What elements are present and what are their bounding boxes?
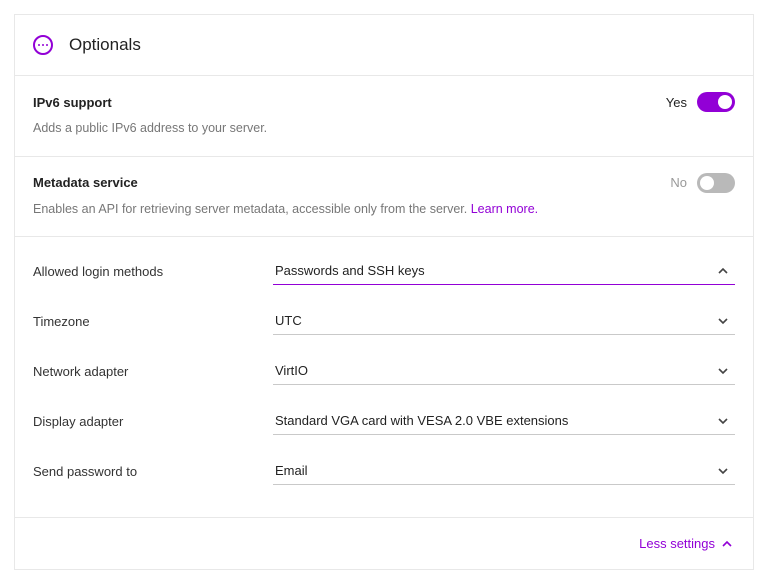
metadata-learn-more-link[interactable]: Learn more. (471, 202, 538, 216)
login-methods-value: Passwords and SSH keys (275, 263, 425, 278)
display-adapter-select[interactable]: Standard VGA card with VESA 2.0 VBE exte… (273, 409, 735, 435)
send-password-value: Email (275, 463, 308, 478)
display-adapter-label: Display adapter (33, 414, 253, 435)
metadata-state-text: No (670, 175, 687, 190)
network-adapter-select[interactable]: VirtIO (273, 359, 735, 385)
chevron-up-icon (717, 265, 729, 277)
network-adapter-label: Network adapter (33, 364, 253, 385)
metadata-toggle[interactable] (697, 173, 735, 193)
ipv6-label: IPv6 support (33, 95, 112, 110)
ipv6-row: IPv6 support Yes Adds a public IPv6 addr… (15, 76, 753, 157)
network-adapter-row: Network adapter VirtIO (33, 347, 735, 397)
timezone-label: Timezone (33, 314, 253, 335)
chevron-down-icon (717, 315, 729, 327)
send-password-row: Send password to Email (33, 447, 735, 497)
login-methods-row: Allowed login methods Passwords and SSH … (33, 247, 735, 297)
chevron-down-icon (717, 365, 729, 377)
metadata-row: Metadata service No Enables an API for r… (15, 157, 753, 238)
login-methods-select[interactable]: Passwords and SSH keys (273, 259, 735, 285)
ipv6-top: IPv6 support Yes (33, 92, 735, 112)
metadata-desc: Enables an API for retrieving server met… (33, 201, 735, 219)
panel-header: Optionals (15, 15, 753, 76)
chevron-down-icon (717, 465, 729, 477)
display-adapter-row: Display adapter Standard VGA card with V… (33, 397, 735, 447)
ipv6-toggle[interactable] (697, 92, 735, 112)
metadata-desc-text: Enables an API for retrieving server met… (33, 202, 471, 216)
network-adapter-value: VirtIO (275, 363, 308, 378)
login-methods-label: Allowed login methods (33, 264, 253, 285)
metadata-toggle-group: No (670, 173, 735, 193)
timezone-row: Timezone UTC (33, 297, 735, 347)
optionals-panel: Optionals IPv6 support Yes Adds a public… (14, 14, 754, 570)
send-password-select[interactable]: Email (273, 459, 735, 485)
panel-footer: Less settings (15, 518, 753, 569)
send-password-label: Send password to (33, 464, 253, 485)
metadata-label: Metadata service (33, 175, 138, 190)
ipv6-state-text: Yes (666, 95, 687, 110)
ellipsis-circle-icon (33, 35, 53, 55)
metadata-top: Metadata service No (33, 173, 735, 193)
ipv6-toggle-group: Yes (666, 92, 735, 112)
timezone-select[interactable]: UTC (273, 309, 735, 335)
ipv6-desc: Adds a public IPv6 address to your serve… (33, 120, 735, 138)
display-adapter-value: Standard VGA card with VESA 2.0 VBE exte… (275, 413, 568, 428)
less-settings-label: Less settings (639, 536, 715, 551)
selects-section: Allowed login methods Passwords and SSH … (15, 237, 753, 518)
less-settings-button[interactable]: Less settings (639, 536, 733, 551)
panel-title: Optionals (69, 35, 141, 55)
chevron-up-icon (721, 538, 733, 550)
timezone-value: UTC (275, 313, 302, 328)
chevron-down-icon (717, 415, 729, 427)
